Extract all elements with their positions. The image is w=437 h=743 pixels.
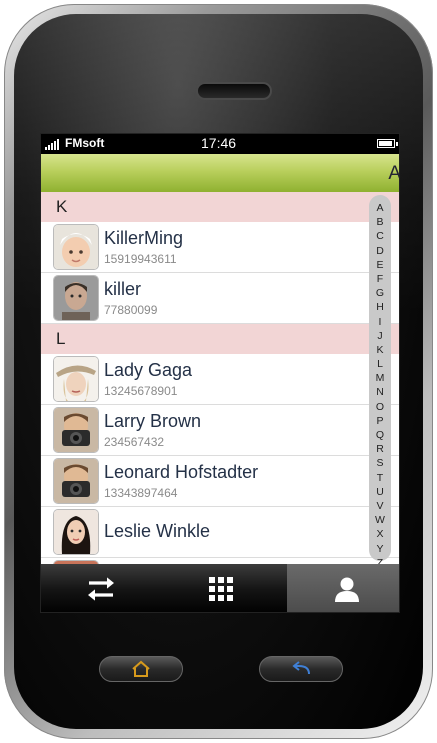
index-letter[interactable]: P bbox=[369, 414, 391, 428]
contact-row-leonard-hofstadter[interactable]: Leonard Hofstadter 13343897464 bbox=[41, 456, 399, 507]
index-letter[interactable]: S bbox=[369, 456, 391, 470]
contact-name: Lady Gaga bbox=[104, 360, 193, 380]
contact-row-killer[interactable]: killer 77880099 bbox=[41, 273, 399, 324]
index-letter[interactable]: G bbox=[369, 286, 391, 300]
index-letter[interactable]: E bbox=[369, 258, 391, 272]
tab-bar bbox=[41, 564, 399, 612]
contact-phone: 15919943611 bbox=[104, 252, 177, 266]
contact-row-killerming[interactable]: KillerMing 15919943611 bbox=[41, 222, 399, 273]
index-letter[interactable]: O bbox=[369, 400, 391, 414]
signal-strength-icon bbox=[45, 139, 63, 150]
alphabet-index-bar[interactable]: A B C D E F G H I J K L M N O P Q R S T … bbox=[369, 195, 391, 569]
home-button[interactable] bbox=[99, 656, 183, 682]
index-letter[interactable]: H bbox=[369, 300, 391, 314]
index-letter[interactable]: A bbox=[369, 201, 391, 215]
contact-avatar bbox=[54, 225, 98, 269]
status-time: 17:46 bbox=[201, 135, 237, 151]
contact-name: Larry Brown bbox=[104, 411, 202, 431]
home-icon bbox=[132, 660, 150, 677]
contact-avatar bbox=[54, 276, 98, 320]
contact-avatar bbox=[54, 510, 98, 554]
index-letter[interactable]: K bbox=[369, 343, 391, 357]
index-letter[interactable]: X bbox=[369, 527, 391, 541]
index-letter[interactable]: N bbox=[369, 385, 391, 399]
tab-contacts[interactable] bbox=[287, 564, 399, 612]
page-title: A bbox=[388, 163, 400, 184]
contact-row-lady-gaga[interactable]: Lady Gaga 13245678901 bbox=[41, 354, 399, 405]
index-letter[interactable]: B bbox=[369, 215, 391, 229]
index-letter[interactable]: I bbox=[369, 315, 391, 329]
index-letter[interactable]: L bbox=[369, 357, 391, 371]
index-letter[interactable]: V bbox=[369, 499, 391, 513]
index-letter[interactable]: R bbox=[369, 442, 391, 456]
index-letter[interactable]: M bbox=[369, 371, 391, 385]
index-letter[interactable]: W bbox=[369, 513, 391, 527]
contact-avatar bbox=[54, 357, 98, 401]
index-letter[interactable]: D bbox=[369, 244, 391, 258]
index-letter[interactable]: T bbox=[369, 471, 391, 485]
contact-name: killer bbox=[104, 279, 142, 299]
contact-phone: 234567432 bbox=[104, 435, 165, 449]
status-bar: FMsoft 17:46 bbox=[41, 134, 399, 154]
contact-row-larry-brown[interactable]: Larry Brown 234567432 bbox=[41, 405, 399, 456]
back-arrow-icon bbox=[292, 661, 310, 675]
index-letter[interactable]: Y bbox=[369, 542, 391, 556]
keypad-grid-icon bbox=[209, 577, 233, 601]
section-header-k: K bbox=[41, 192, 399, 222]
index-letter[interactable]: J bbox=[369, 329, 391, 343]
phone-screen: FMsoft 17:46 A K KillerMing 15919943611 bbox=[40, 133, 400, 613]
battery-icon bbox=[377, 139, 398, 148]
tab-swap[interactable] bbox=[41, 564, 161, 612]
contact-name: KillerMing bbox=[104, 228, 184, 248]
index-letter[interactable]: F bbox=[369, 272, 391, 286]
contact-avatar bbox=[54, 459, 98, 503]
contact-name: Leslie Winkle bbox=[104, 521, 211, 541]
index-letter[interactable]: Q bbox=[369, 428, 391, 442]
contact-name: Leonard Hofstadter bbox=[104, 462, 259, 482]
index-letter[interactable]: U bbox=[369, 485, 391, 499]
swap-arrows-icon bbox=[88, 577, 114, 601]
section-header-l: L bbox=[41, 324, 399, 354]
back-button[interactable] bbox=[259, 656, 343, 682]
contact-phone: 77880099 bbox=[104, 303, 158, 317]
earpiece-speaker bbox=[196, 82, 272, 100]
contact-phone: 13245678901 bbox=[104, 384, 178, 398]
index-letter[interactable]: C bbox=[369, 229, 391, 243]
contact-person-icon bbox=[335, 577, 359, 602]
tab-keypad[interactable] bbox=[161, 564, 281, 612]
contact-list[interactable]: K KillerMing 15919943611 killer 77880099… bbox=[41, 192, 399, 564]
contact-row-leslie-winkle[interactable]: Leslie Winkle bbox=[41, 507, 399, 558]
contact-phone: 13343897464 bbox=[104, 486, 178, 500]
carrier-name: FMsoft bbox=[65, 136, 105, 150]
contact-avatar bbox=[54, 408, 98, 452]
title-bar: A bbox=[41, 154, 400, 192]
